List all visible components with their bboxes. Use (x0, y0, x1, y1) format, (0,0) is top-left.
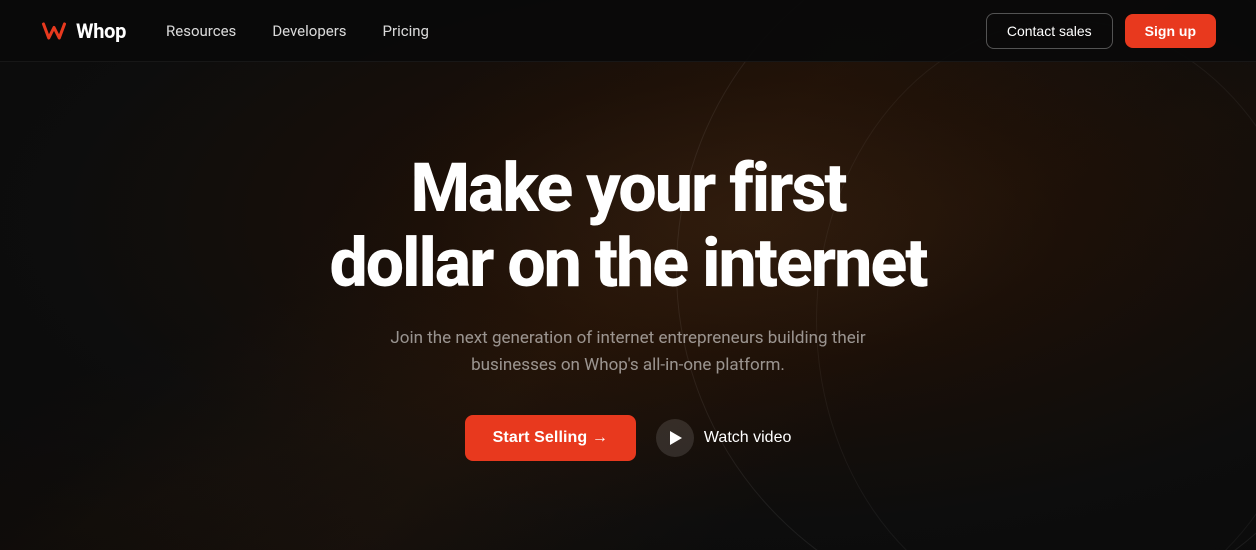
play-icon-circle (656, 419, 694, 457)
hero-actions: Start Selling → Watch video (465, 415, 792, 461)
logo-icon (40, 17, 68, 45)
play-icon (670, 431, 682, 445)
start-selling-button[interactable]: Start Selling → (465, 415, 636, 461)
nav-link-developers[interactable]: Developers (272, 22, 346, 40)
contact-sales-button[interactable]: Contact sales (986, 13, 1113, 49)
logo[interactable]: Whop (40, 17, 126, 45)
nav-link-resources[interactable]: Resources (166, 22, 236, 40)
nav-link-pricing[interactable]: Pricing (383, 22, 429, 40)
navbar: Whop Resources Developers Pricing Contac… (0, 0, 1256, 62)
nav-links: Resources Developers Pricing (166, 22, 429, 40)
logo-text: Whop (76, 19, 126, 43)
navbar-left: Whop Resources Developers Pricing (40, 17, 429, 45)
hero-title-line1: Make your first (410, 148, 845, 228)
hero-subtitle: Join the next generation of internet ent… (388, 325, 868, 379)
navbar-right: Contact sales Sign up (986, 13, 1216, 49)
hero-section: Make your first dollar on the internet J… (0, 62, 1256, 550)
hero-title-line2: dollar on the internet (330, 223, 927, 303)
watch-video-label: Watch video (704, 429, 791, 447)
hero-title: Make your first dollar on the internet (330, 151, 927, 301)
watch-video-button[interactable]: Watch video (656, 419, 791, 457)
signup-button[interactable]: Sign up (1125, 14, 1216, 48)
